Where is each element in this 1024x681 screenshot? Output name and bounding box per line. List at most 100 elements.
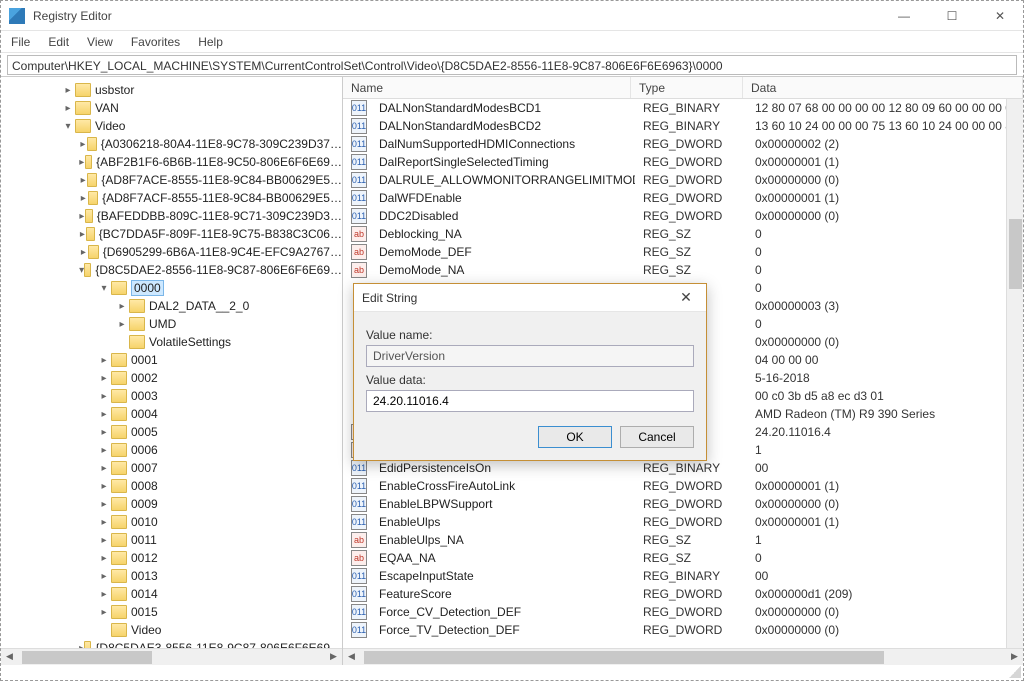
tree-item[interactable]: VolatileSettings [1,333,342,351]
address-path[interactable]: Computer\HKEY_LOCAL_MACHINE\SYSTEM\Curre… [7,55,1017,75]
chevron-right-icon[interactable]: ▸ [97,481,111,492]
list-row[interactable]: 011DalReportSingleSelectedTimingREG_DWOR… [343,153,1023,171]
tree-item[interactable]: ▸0010 [1,513,342,531]
ok-button[interactable]: OK [538,426,612,448]
tree-item[interactable]: ▸0009 [1,495,342,513]
list-row[interactable]: abDeblocking_NAREG_SZ0 [343,225,1023,243]
tree-item[interactable]: ▾{D8C5DAE2-8556-11E8-9C87-806E6F6E69… [1,261,342,279]
chevron-right-icon[interactable]: ▸ [79,139,87,150]
chevron-right-icon[interactable]: ▸ [61,103,75,114]
tree-item[interactable]: ▸{D8C5DAE3-8556-11E8-9C87-806E6F6E69… [1,639,342,648]
chevron-right-icon[interactable]: ▸ [97,535,111,546]
list-row[interactable]: 011EdidPersistenceIsOnREG_BINARY00 [343,459,1023,477]
chevron-right-icon[interactable]: ▸ [97,607,111,618]
tree-item[interactable]: ▸VAN [1,99,342,117]
tree-item[interactable]: ▸0013 [1,567,342,585]
tree-item[interactable]: ▸{BAFEDDBB-809C-11E8-9C71-309C239D3… [1,207,342,225]
menu-edit[interactable]: Edit [48,35,69,49]
list-row[interactable]: 011Force_CV_Detection_DEFREG_DWORD0x0000… [343,603,1023,621]
list-row[interactable]: 011DalWFDEnableREG_DWORD0x00000001 (1) [343,189,1023,207]
list-row[interactable]: 011EnableLBPWSupportREG_DWORD0x00000000 … [343,495,1023,513]
chevron-right-icon[interactable]: ▸ [79,211,85,222]
list-row[interactable]: 011DDC2DisabledREG_DWORD0x00000000 (0) [343,207,1023,225]
tree-item[interactable]: ▸0005 [1,423,342,441]
chevron-right-icon[interactable]: ▸ [97,355,111,366]
tree-item[interactable]: ▸{A0306218-80A4-11E8-9C78-309C239D37… [1,135,342,153]
chevron-right-icon[interactable]: ▸ [97,499,111,510]
tree-item[interactable]: ▸{AD8F7ACE-8555-11E8-9C84-BB00629E5… [1,171,342,189]
tree-item[interactable]: ▸0006 [1,441,342,459]
tree-item[interactable]: ▸{BC7DDA5F-809F-11E8-9C75-B838C3C06… [1,225,342,243]
chevron-right-icon[interactable]: ▸ [97,409,111,420]
list-hscroll-thumb[interactable] [364,651,884,664]
chevron-right-icon[interactable]: ▸ [115,319,129,330]
chevron-right-icon[interactable]: ▸ [97,445,111,456]
chevron-down-icon[interactable]: ▾ [97,283,111,294]
list-row[interactable]: 011DALNonStandardModesBCD1REG_BINARY12 8… [343,99,1023,117]
list-vscroll-thumb[interactable] [1009,219,1022,289]
tree-item[interactable]: ▸0003 [1,387,342,405]
chevron-right-icon[interactable]: ▸ [79,175,87,186]
list-row[interactable]: abEQAA_NAREG_SZ0 [343,549,1023,567]
chevron-right-icon[interactable]: ▸ [97,571,111,582]
chevron-right-icon[interactable]: ▸ [97,463,111,474]
scroll-left-icon[interactable]: ◀ [1,649,18,666]
scroll-left-icon[interactable]: ◀ [343,649,360,666]
resize-grip-icon[interactable] [1009,666,1021,678]
chevron-right-icon[interactable]: ▸ [97,427,111,438]
tree-item[interactable]: ▸0012 [1,549,342,567]
tree-hscroll-thumb[interactable] [22,651,152,664]
tree-item[interactable]: ▸{AD8F7ACF-8555-11E8-9C84-BB00629E5… [1,189,342,207]
chevron-right-icon[interactable]: ▸ [79,247,88,258]
cancel-button[interactable]: Cancel [620,426,694,448]
tree-item[interactable]: ▸0008 [1,477,342,495]
value-data-input[interactable] [366,390,694,412]
col-type[interactable]: Type [631,77,743,98]
tree-item[interactable]: ▾0000 [1,279,342,297]
tree-item[interactable]: ▸usbstor [1,81,342,99]
tree-item[interactable]: ▸0004 [1,405,342,423]
list-row[interactable]: abDemoMode_NAREG_SZ0 [343,261,1023,279]
menu-help[interactable]: Help [198,35,223,49]
tree-item[interactable]: ▸0001 [1,351,342,369]
tree-item[interactable]: ▸0007 [1,459,342,477]
chevron-right-icon[interactable]: ▸ [97,589,111,600]
tree-item[interactable]: Video [1,621,342,639]
tree-item[interactable]: ▸0015 [1,603,342,621]
dialog-close-button[interactable]: ✕ [674,289,698,306]
col-data[interactable]: Data [743,77,1023,98]
col-name[interactable]: Name [343,77,631,98]
tree-item[interactable]: ▸{D6905299-6B6A-11E8-9C4E-EFC9A2767… [1,243,342,261]
tree-item[interactable]: ▸UMD [1,315,342,333]
chevron-right-icon[interactable]: ▸ [115,301,129,312]
list-row[interactable]: 011EnableUlpsREG_DWORD0x00000001 (1) [343,513,1023,531]
list-row[interactable]: 011DALRULE_ALLOWMONITORRANGELIMITMODESCR… [343,171,1023,189]
list-row[interactable]: 011EnableCrossFireAutoLinkREG_DWORD0x000… [343,477,1023,495]
chevron-down-icon[interactable]: ▾ [61,121,75,132]
list-row[interactable]: 011Force_TV_Detection_DEFREG_DWORD0x0000… [343,621,1023,639]
tree-item[interactable]: ▸{ABF2B1F6-6B6B-11E8-9C50-806E6F6E69… [1,153,342,171]
minimize-button[interactable]: — [889,9,919,23]
tree-item[interactable]: ▸0011 [1,531,342,549]
tree-item[interactable]: ▸DAL2_DATA__2_0 [1,297,342,315]
menu-view[interactable]: View [87,35,113,49]
chevron-right-icon[interactable]: ▸ [61,85,75,96]
list-row[interactable]: 011FeatureScoreREG_DWORD0x000000d1 (209) [343,585,1023,603]
list-vscroll[interactable] [1006,99,1023,648]
chevron-right-icon[interactable]: ▸ [97,373,111,384]
list-hscroll[interactable]: ◀ ▶ [343,648,1023,665]
tree-item[interactable]: ▸0002 [1,369,342,387]
list-row[interactable]: 011EscapeInputStateREG_BINARY00 [343,567,1023,585]
menu-favorites[interactable]: Favorites [131,35,180,49]
chevron-right-icon[interactable]: ▸ [79,193,88,204]
list-row[interactable]: 011DALNonStandardModesBCD2REG_BINARY13 6… [343,117,1023,135]
tree-item[interactable]: ▾Video [1,117,342,135]
chevron-right-icon[interactable]: ▸ [97,553,111,564]
maximize-button[interactable]: ☐ [937,9,967,23]
tree-hscroll[interactable]: ◀ ▶ [1,648,342,665]
menu-file[interactable]: File [11,35,30,49]
list-row[interactable]: abDemoMode_DEFREG_SZ0 [343,243,1023,261]
chevron-right-icon[interactable]: ▸ [97,517,111,528]
chevron-right-icon[interactable]: ▸ [79,229,86,240]
close-button[interactable]: ✕ [985,9,1015,23]
